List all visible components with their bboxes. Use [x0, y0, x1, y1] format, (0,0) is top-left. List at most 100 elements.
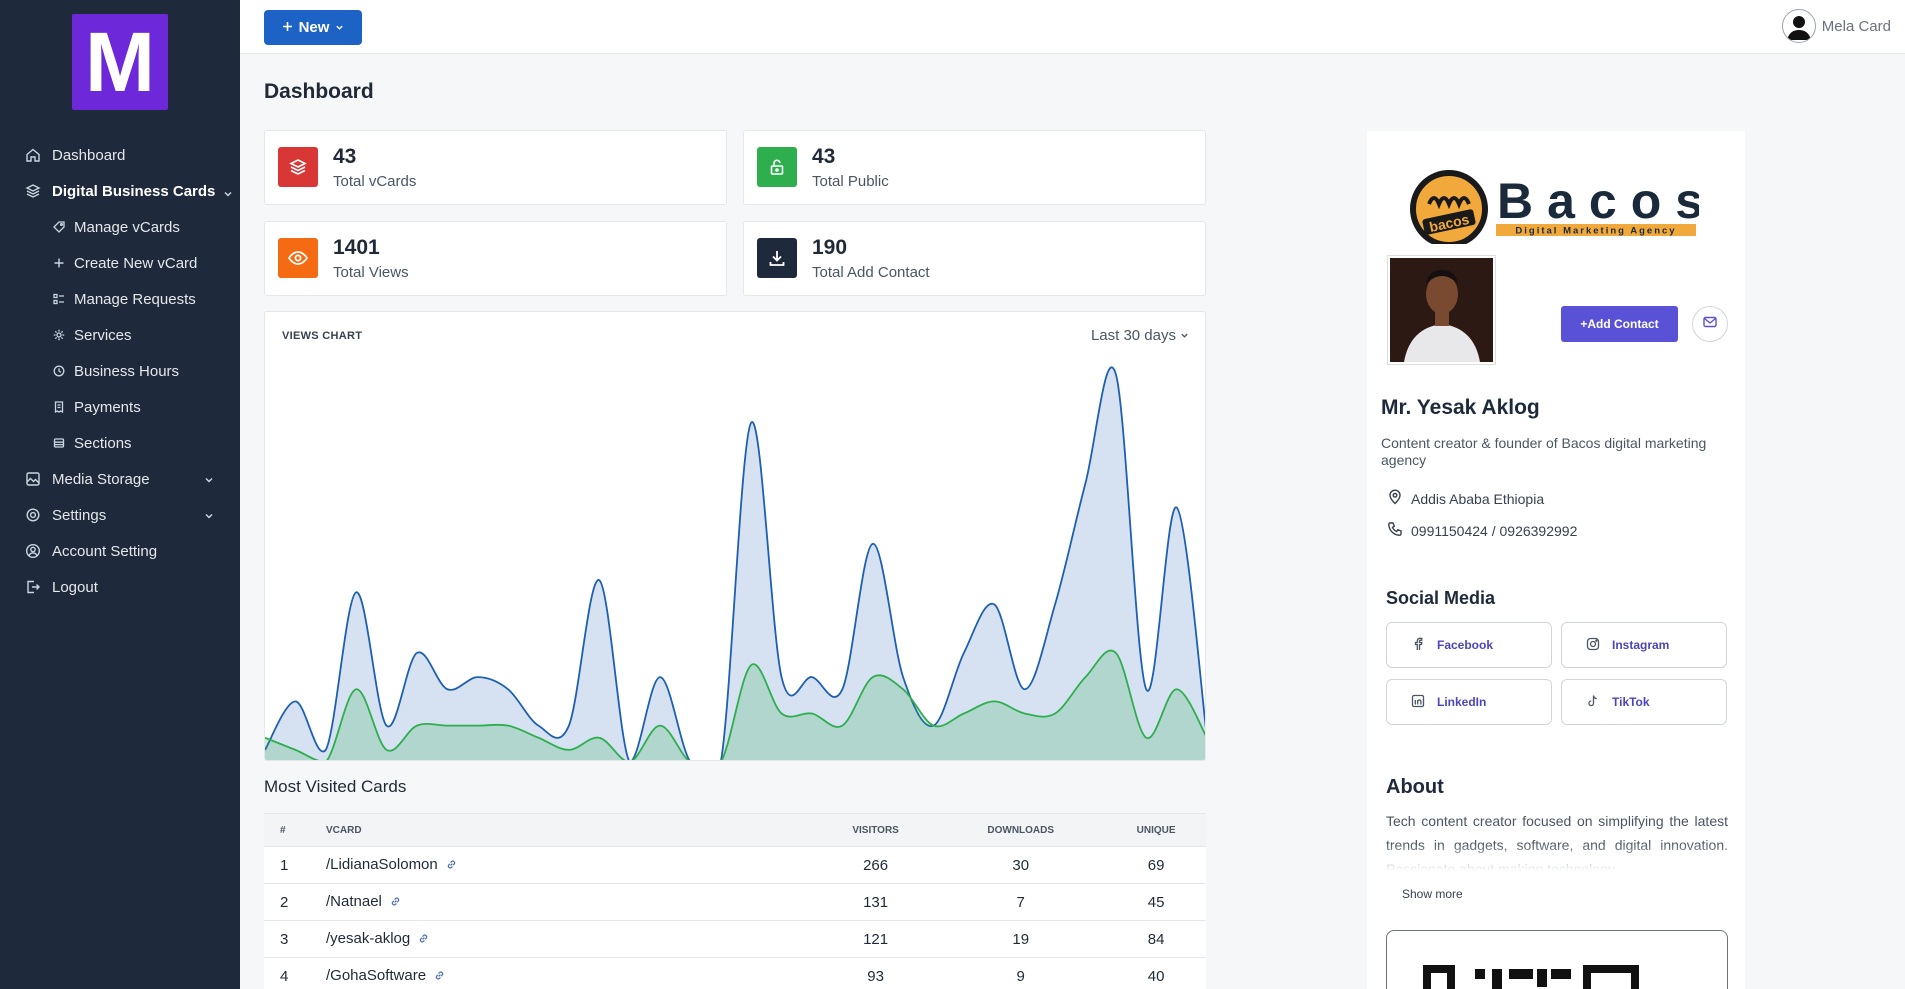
- logout-icon: [24, 578, 42, 596]
- plus-icon: [282, 19, 293, 36]
- row-index: 3: [264, 920, 326, 958]
- profile-phone[interactable]: 0991150424 / 0926392992: [1387, 521, 1577, 540]
- brand-logo: bacos Bacos Digital Marketing Agency: [1399, 164, 1703, 248]
- row-index: 1: [264, 846, 326, 884]
- linkedin-icon: [1411, 694, 1425, 711]
- downloads-value: 9: [935, 957, 1107, 989]
- app-logo[interactable]: M: [72, 14, 168, 110]
- vcard-link[interactable]: /yesak-aklog: [326, 930, 410, 947]
- social-instagram-button[interactable]: Instagram: [1561, 622, 1727, 668]
- avatar: [1781, 9, 1816, 43]
- sidebar-item-label: Payments: [74, 398, 141, 416]
- stack-icon: [278, 147, 318, 187]
- chart-range-select[interactable]: Last 30 days: [1091, 327, 1189, 344]
- row-index: 2: [264, 883, 326, 921]
- stat-label: Total Views: [333, 264, 409, 281]
- sidebar: M Dashboard Digital Business Cards Manag…: [0, 0, 240, 989]
- sidebar-item-settings[interactable]: Settings: [0, 497, 240, 533]
- social-tiktok-button[interactable]: TikTok: [1561, 679, 1727, 725]
- brand-name: Bacos: [1497, 173, 1699, 229]
- vcard-link[interactable]: /LidianaSolomon: [326, 856, 438, 873]
- phone-icon: [1387, 521, 1403, 540]
- chevron-down-icon: [223, 186, 235, 198]
- eye-icon: [278, 238, 318, 278]
- gear-icon: [52, 328, 66, 342]
- stat-value: 1401: [333, 236, 380, 259]
- new-button-label: New: [298, 19, 330, 36]
- unique-value: 69: [1106, 846, 1206, 884]
- unique-value: 84: [1106, 920, 1206, 958]
- brand-tagline: Digital Marketing Agency: [1515, 226, 1676, 237]
- sidebar-item-label: Digital Business Cards: [52, 182, 216, 200]
- user-menu[interactable]: Mela Card: [1781, 9, 1891, 43]
- instagram-icon: [1586, 637, 1600, 654]
- tiktok-icon: [1586, 694, 1600, 711]
- social-facebook-button[interactable]: Facebook: [1386, 622, 1552, 668]
- link-icon[interactable]: [434, 968, 445, 985]
- sidebar-item-dashboard[interactable]: Dashboard: [0, 137, 240, 173]
- sidebar-nav: Dashboard Digital Business Cards Manage …: [0, 137, 240, 605]
- vcard-cell: /yesak-aklog: [326, 920, 816, 958]
- receipt-icon: [52, 400, 66, 414]
- visitors-value: 131: [816, 883, 936, 921]
- social-media-heading: Social Media: [1386, 588, 1496, 608]
- sidebar-item-services[interactable]: Services: [0, 317, 240, 353]
- link-icon[interactable]: [418, 931, 429, 948]
- sidebar-item-digital-business-cards[interactable]: Digital Business Cards: [0, 173, 240, 209]
- stat-value: 43: [333, 145, 357, 168]
- stat-value: 190: [812, 236, 848, 259]
- tag-icon: [52, 220, 66, 234]
- sidebar-item-label: Create New vCard: [74, 254, 198, 272]
- chevron-down-icon: [1180, 327, 1189, 344]
- stat-card-total-add-contact: 190 Total Add Contact: [743, 221, 1206, 296]
- sidebar-item-logout[interactable]: Logout: [0, 569, 240, 605]
- social-label: Facebook: [1437, 638, 1494, 652]
- stat-card-total-vcards: 43 Total vCards: [264, 130, 727, 205]
- about-text: Tech content creator focused on simplify…: [1386, 813, 1728, 871]
- sidebar-item-account-setting[interactable]: Account Setting: [0, 533, 240, 569]
- social-label: Instagram: [1612, 638, 1670, 652]
- image-icon: [24, 470, 42, 488]
- add-contact-button[interactable]: +Add Contact: [1561, 306, 1678, 342]
- table-header-row: # VCARD VISITORS DOWNLOADS UNIQUE: [264, 813, 1206, 847]
- social-linkedin-button[interactable]: LinkedIn: [1386, 679, 1552, 725]
- sidebar-item-payments[interactable]: Payments: [0, 389, 240, 425]
- user-name: Mela Card: [1821, 17, 1891, 35]
- profile-photo: [1387, 255, 1496, 365]
- sidebar-item-media-storage[interactable]: Media Storage: [0, 461, 240, 497]
- show-more-link[interactable]: Show more: [1402, 887, 1463, 901]
- stat-label: Total Add Contact: [812, 264, 930, 281]
- vcard-cell: /LidianaSolomon: [326, 846, 816, 884]
- profile-description: Content creator & founder of Bacos digit…: [1381, 435, 1707, 468]
- qr-code: [1386, 930, 1728, 989]
- stat-value: 43: [812, 145, 836, 168]
- visitors-value: 121: [816, 920, 936, 958]
- vcard-link[interactable]: /GohaSoftware: [326, 967, 426, 984]
- sidebar-item-label: Business Hours: [74, 362, 180, 380]
- sidebar-item-business-hours[interactable]: Business Hours: [0, 353, 240, 389]
- sidebar-item-sections[interactable]: Sections: [0, 425, 240, 461]
- sidebar-item-label: Services: [74, 326, 132, 344]
- sidebar-item-create-new-vcard[interactable]: Create New vCard: [0, 245, 240, 281]
- gear-icon: [24, 506, 42, 524]
- column-header: VCARD: [326, 813, 816, 847]
- sidebar-item-manage-vcards[interactable]: Manage vCards: [0, 209, 240, 245]
- table-row: 1 /LidianaSolomon 266 30 69: [264, 846, 1206, 884]
- sidebar-item-label: Manage Requests: [74, 290, 196, 308]
- stat-card-total-public: 43 Total Public: [743, 130, 1206, 205]
- chevron-down-icon: [204, 472, 216, 484]
- link-icon[interactable]: [446, 857, 457, 874]
- link-icon[interactable]: [390, 894, 401, 911]
- most-visited-table: # VCARD VISITORS DOWNLOADS UNIQUE 1 /Lid…: [264, 813, 1206, 989]
- logo-letter: M: [85, 15, 155, 109]
- column-header: UNIQUE: [1106, 813, 1206, 847]
- sidebar-item-label: Manage vCards: [74, 218, 180, 236]
- column-header: #: [264, 813, 326, 847]
- vcard-link[interactable]: /Natnael: [326, 893, 382, 910]
- layers-icon: [24, 182, 42, 200]
- sidebar-item-manage-requests[interactable]: Manage Requests: [0, 281, 240, 317]
- email-button[interactable]: [1692, 306, 1728, 342]
- profile-location: Addis Ababa Ethiopia: [1387, 489, 1544, 508]
- chart-title: VIEWS CHART: [282, 330, 363, 342]
- new-button[interactable]: New: [264, 10, 362, 45]
